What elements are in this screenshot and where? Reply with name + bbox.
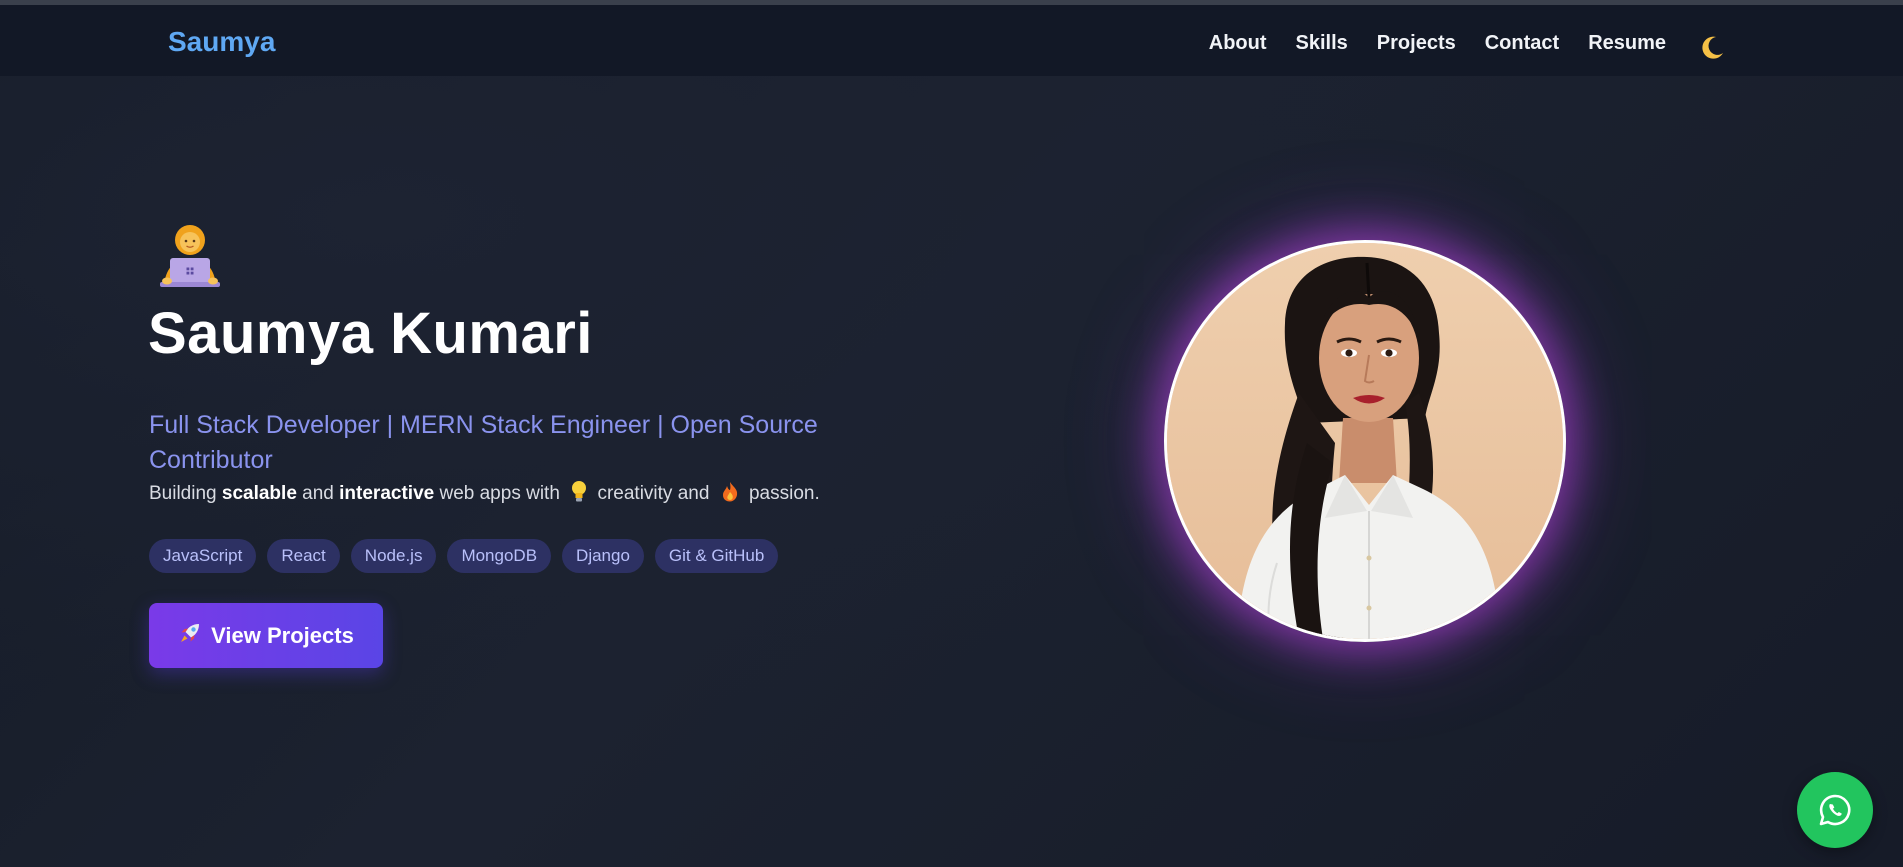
skill-chip-mongodb: MongoDB: [447, 539, 552, 573]
nav-links: About Skills Projects Contact Resume: [1209, 32, 1666, 55]
skill-chips: JavaScript React Node.js MongoDB Django …: [149, 539, 779, 573]
skill-chip-django: Django: [562, 539, 644, 573]
tagline-text-4: creativity and: [597, 483, 710, 504]
hero-name: Saumya Kumari: [148, 301, 593, 366]
moon-icon[interactable]: [1698, 34, 1726, 62]
tagline-bold-interactive: interactive: [339, 483, 435, 504]
tagline-bold-scalable: scalable: [221, 483, 297, 504]
tagline-text-3: web apps with: [434, 483, 560, 504]
skill-chip-javascript: JavaScript: [149, 539, 257, 573]
whatsapp-icon[interactable]: [1797, 772, 1873, 848]
hero-tagline: Building scalable and interactive web ap…: [149, 481, 820, 508]
nav-link-resume[interactable]: Resume: [1588, 32, 1666, 55]
skill-chip-nodejs: Node.js: [350, 539, 437, 573]
tagline-text-1: Building: [149, 483, 222, 504]
view-projects-button[interactable]: View Projects: [149, 603, 383, 668]
fire-icon: [721, 481, 739, 508]
tagline-text-5: passion.: [748, 483, 820, 504]
navbar: Saumya About Skills Projects Contact Res…: [0, 5, 1903, 76]
lightbulb-icon: [571, 481, 587, 508]
profile-photo-frame: [1164, 240, 1566, 642]
rocket-icon: [178, 621, 202, 651]
tagline-text-2: and: [296, 483, 340, 504]
nav-link-about[interactable]: About: [1209, 32, 1267, 55]
nav-link-projects[interactable]: Projects: [1377, 32, 1456, 55]
nav-link-contact[interactable]: Contact: [1485, 32, 1559, 55]
technologist-laptop-icon: [158, 222, 222, 288]
skill-chip-git-github: Git & GitHub: [654, 539, 779, 573]
profile-photo: [1164, 240, 1566, 642]
brand-logo[interactable]: Saumya: [168, 26, 275, 58]
nav-link-skills[interactable]: Skills: [1296, 32, 1348, 55]
hero-role: Full Stack Developer | MERN Stack Engine…: [149, 411, 818, 474]
skill-chip-react: React: [267, 539, 340, 573]
view-projects-label: View Projects: [211, 622, 354, 648]
